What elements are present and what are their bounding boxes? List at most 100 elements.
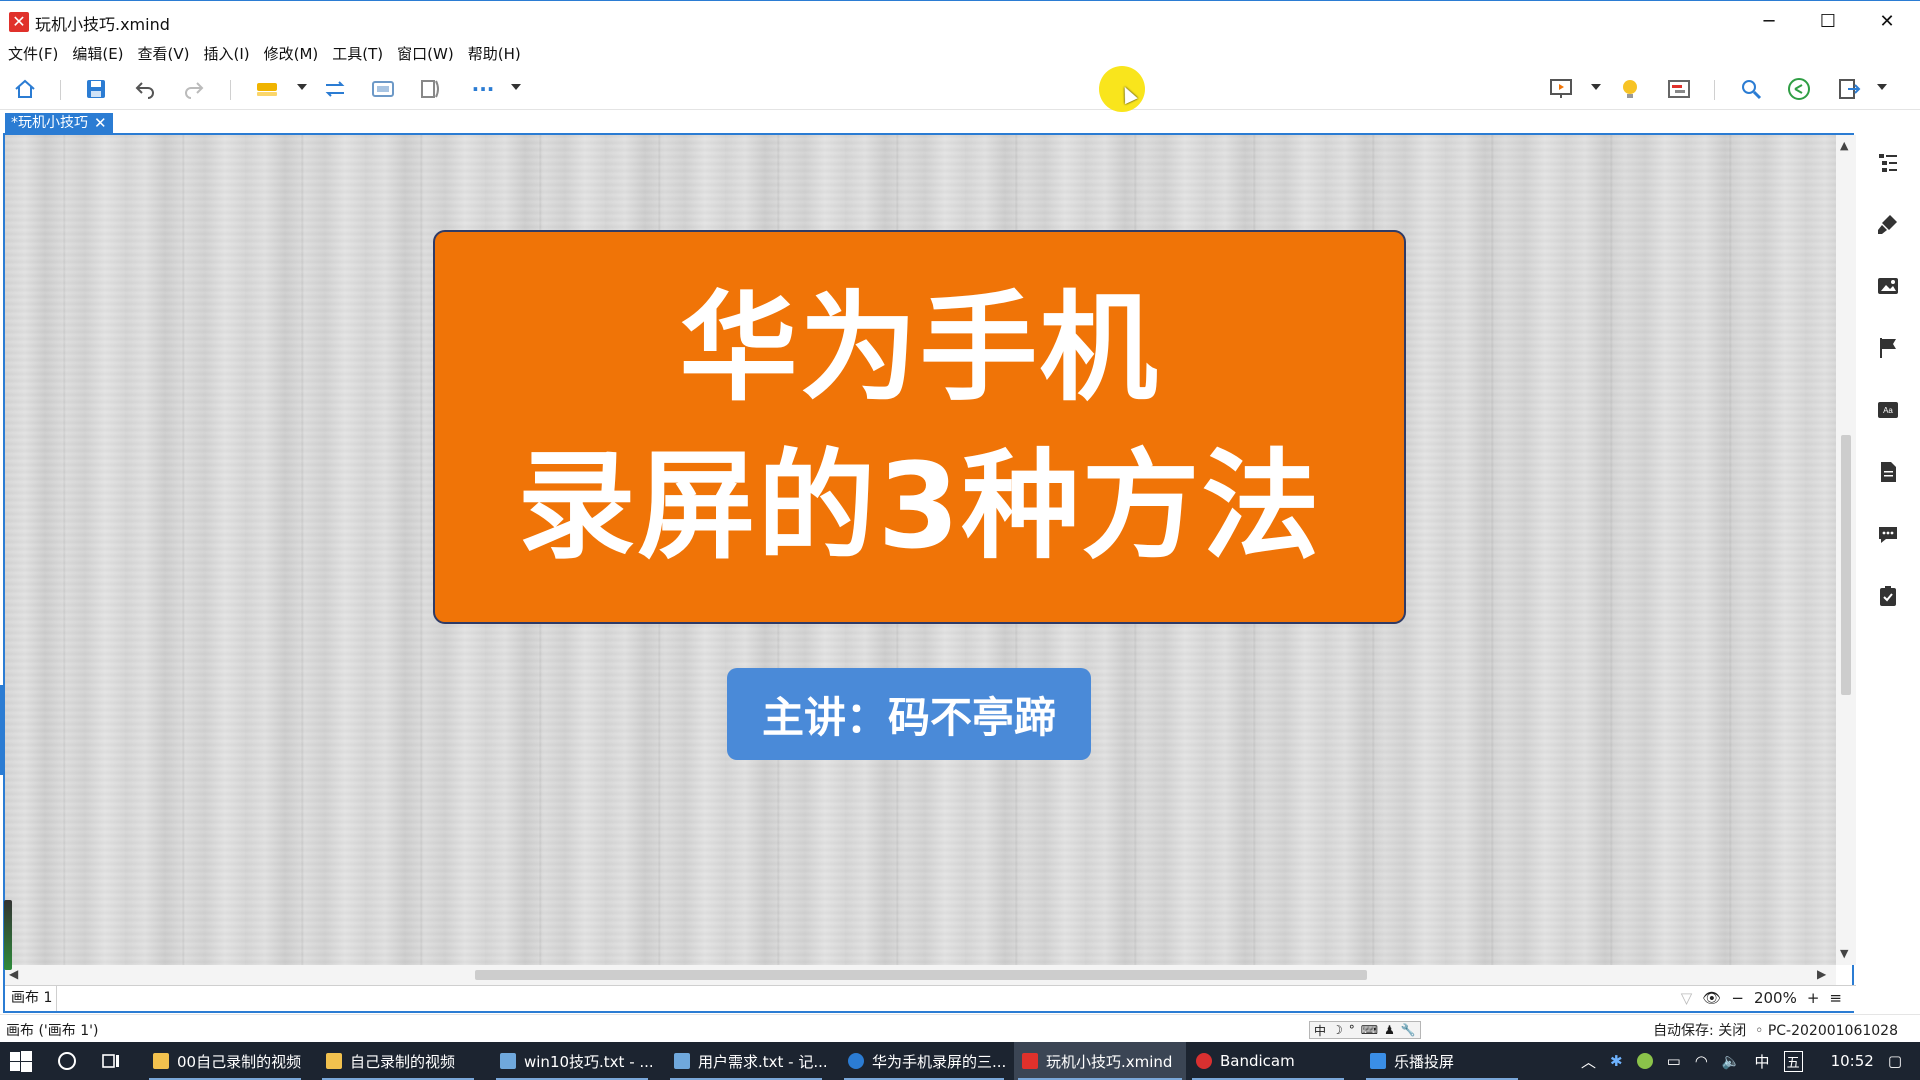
taskbar-item-folder-2[interactable]: 自己录制的视频 [318, 1042, 478, 1080]
scroll-down-icon[interactable]: ▼ [1840, 947, 1848, 960]
menu-modify[interactable]: 修改(M) [264, 43, 319, 64]
save-icon[interactable] [83, 76, 109, 102]
tray-app-icon[interactable] [1636, 1053, 1653, 1069]
ime-settings-icon[interactable]: 🔧 [1401, 1023, 1416, 1037]
more-icon[interactable]: ··· [470, 76, 496, 102]
xmind-icon [1022, 1053, 1038, 1069]
ime-moon-icon[interactable]: ☽ [1332, 1023, 1343, 1037]
notepad-icon [500, 1053, 516, 1069]
ime-mode[interactable]: 中 [1314, 1022, 1326, 1039]
left-edge-accent [0, 685, 4, 775]
taskbar-item-folder-1[interactable]: 00自己录制的视频 [145, 1042, 305, 1080]
taskbar-item-label: win10技巧.txt - ... [524, 1052, 652, 1071]
tab-close-icon[interactable]: ✕ [94, 113, 107, 134]
zoom-out-button[interactable]: − [1731, 989, 1744, 1007]
status-bar: 画布 ('画布 1') 中 ☽ ° ⌨ ♟ 🔧 自动保存: 关闭 ◦ PC-20… [0, 1014, 1920, 1042]
cast-icon [1370, 1053, 1386, 1069]
filter-icon[interactable]: ▽ [1681, 989, 1693, 1007]
document-tab-strip: *玩机小技巧 ✕ [0, 110, 1920, 134]
tray-ime-mode[interactable]: 中 [1755, 1051, 1770, 1072]
minimize-button[interactable]: ─ [1740, 1, 1798, 42]
cortana-search-icon[interactable] [56, 1050, 78, 1072]
side-panel: Aa [1858, 134, 1920, 1014]
notepad-icon [674, 1053, 690, 1069]
central-topic[interactable]: 华为手机 录屏的3种方法 [433, 230, 1406, 624]
status-sheet-info: 画布 ('画布 1') [6, 1023, 99, 1039]
notes-icon[interactable] [1874, 458, 1902, 486]
horizontal-scroll-thumb[interactable] [475, 970, 1367, 980]
style-icon[interactable]: Aa [1874, 396, 1902, 424]
presentation-icon[interactable] [1548, 76, 1574, 102]
clock[interactable]: 10:52 [1831, 1052, 1874, 1070]
outline-icon[interactable] [1874, 148, 1902, 176]
vertical-scrollbar[interactable]: ▲ ▼ [1836, 135, 1856, 965]
sub-topic[interactable]: 主讲：码不亭蹄 [727, 668, 1091, 760]
bluetooth-icon[interactable]: ✱ [1610, 1052, 1623, 1070]
menu-window[interactable]: 窗口(W) [397, 43, 454, 64]
menu-bar: 文件(F) 编辑(E) 查看(V) 插入(I) 修改(M) 工具(T) 窗口(W… [0, 41, 1920, 65]
central-topic-line-1: 华为手机 [679, 279, 1160, 417]
zoom-level: 200% [1753, 989, 1797, 1007]
export-icon[interactable] [1836, 76, 1862, 102]
relationship-icon[interactable] [322, 76, 348, 102]
ime-user-icon[interactable]: ♟ [1384, 1023, 1395, 1037]
tray-ime-wubi[interactable]: 五 [1783, 1050, 1803, 1072]
undo-icon[interactable] [132, 76, 158, 102]
menu-view[interactable]: 查看(V) [138, 43, 190, 64]
wifi-icon[interactable]: ◠ [1695, 1052, 1708, 1070]
taskbar: 00自己录制的视频 自己录制的视频 win10技巧.txt - ... 用户需求… [0, 1042, 1920, 1080]
taskbar-item-label: 自己录制的视频 [350, 1052, 456, 1071]
maximize-button[interactable]: ☐ [1799, 1, 1857, 42]
taskbar-item-notepad-1[interactable]: win10技巧.txt - ... [492, 1042, 652, 1080]
menu-help[interactable]: 帮助(H) [468, 43, 521, 64]
home-icon[interactable] [12, 76, 38, 102]
taskbar-item-bandicam[interactable]: Bandicam [1188, 1042, 1348, 1080]
taskbar-item-notepad-2[interactable]: 用户需求.txt - 记... [666, 1042, 826, 1080]
ime-punct-icon[interactable]: ° [1349, 1023, 1355, 1037]
menu-tools[interactable]: 工具(T) [332, 43, 383, 64]
ime-toolbar[interactable]: 中 ☽ ° ⌨ ♟ 🔧 [1309, 1021, 1421, 1039]
idea-icon[interactable] [1617, 76, 1643, 102]
taskbar-item-xmind[interactable]: 玩机小技巧.xmind [1014, 1042, 1186, 1080]
task-icon[interactable] [1874, 582, 1902, 610]
menu-file[interactable]: 文件(F) [8, 43, 58, 64]
sheet-tab[interactable]: 画布 1 [5, 986, 57, 1011]
scroll-right-icon[interactable]: ▶ [1817, 967, 1826, 981]
taskbar-item-label: 用户需求.txt - 记... [698, 1052, 826, 1071]
record-icon [1196, 1053, 1212, 1069]
task-view-icon[interactable] [100, 1050, 122, 1072]
image-icon[interactable] [1874, 272, 1902, 300]
search-icon[interactable] [1738, 76, 1764, 102]
windows-start-icon[interactable] [10, 1051, 32, 1073]
vertical-scroll-thumb[interactable] [1841, 435, 1851, 695]
document-tab[interactable]: *玩机小技巧 ✕ [5, 113, 113, 134]
redo-icon[interactable] [181, 76, 207, 102]
comments-icon[interactable] [1874, 520, 1902, 548]
mindmap-canvas[interactable]: 华为手机 录屏的3种方法 主讲：码不亭蹄 [5, 135, 1836, 965]
notification-icon[interactable]: ▢ [1888, 1052, 1902, 1070]
volume-icon[interactable]: 🔈 [1722, 1052, 1741, 1070]
format-brush-icon[interactable] [1874, 210, 1902, 238]
zoom-in-button[interactable]: + [1807, 989, 1820, 1007]
fit-map-button[interactable]: ≡ [1829, 989, 1842, 1007]
horizontal-scrollbar[interactable]: ◀ ▶ [5, 965, 1836, 985]
scroll-up-icon[interactable]: ▲ [1840, 139, 1848, 152]
menu-insert[interactable]: 插入(I) [204, 43, 250, 64]
status-right: 自动保存: 关闭 ◦ PC-202001061028 [1653, 1023, 1898, 1039]
marker-flag-icon[interactable] [1874, 334, 1902, 362]
battery-icon[interactable]: ▭ [1667, 1052, 1681, 1070]
taskbar-item-lebo[interactable]: 乐播投屏 [1362, 1042, 1522, 1080]
boundary-icon[interactable] [370, 76, 396, 102]
summary-icon[interactable] [418, 76, 444, 102]
editor-frame: 华为手机 录屏的3种方法 主讲：码不亭蹄 ▲ ▼ ◀ ▶ 画布 1 ▽ 👁 − … [3, 133, 1856, 1013]
eye-icon[interactable]: 👁 [1702, 989, 1721, 1007]
share-icon[interactable] [1786, 76, 1812, 102]
close-button[interactable]: ✕ [1858, 1, 1916, 42]
menu-edit[interactable]: 编辑(E) [72, 43, 123, 64]
taskbar-item-browser[interactable]: 华为手机录屏的三... [840, 1042, 1008, 1080]
topic-icon[interactable] [254, 76, 280, 102]
ime-keyboard-icon[interactable]: ⌨ [1361, 1023, 1378, 1037]
tray-expand-icon[interactable]: ︿ [1581, 1051, 1596, 1072]
gantt-icon[interactable] [1666, 76, 1692, 102]
title-bar: ✕ 玩机小技巧.xmind ─ ☐ ✕ [0, 0, 1920, 41]
